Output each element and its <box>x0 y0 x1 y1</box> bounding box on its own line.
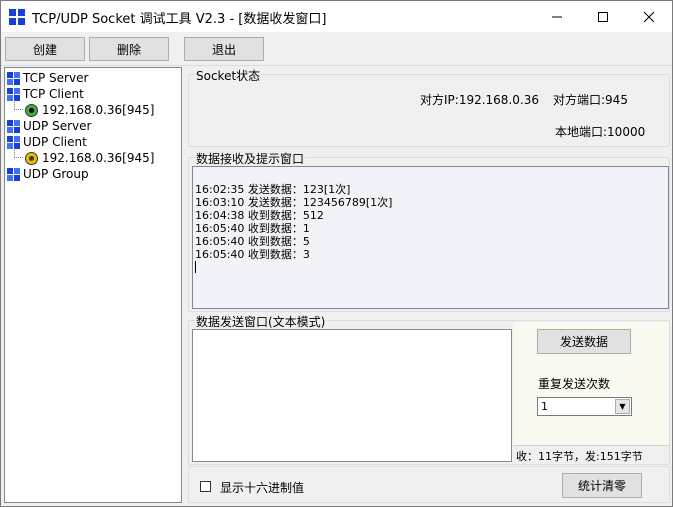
peer-port-label: 对方端口:945 <box>553 93 628 107</box>
log-line: 16:05:40 收到数据：3 <box>195 248 310 261</box>
receive-legend: 数据接收及提示窗口 <box>195 150 306 167</box>
send-legend: 数据发送窗口(文本模式) <box>195 313 327 330</box>
byte-stats: 收：11字节，发:151字节 <box>513 445 669 463</box>
repeat-count-label: 重复发送次数 <box>538 377 611 391</box>
delete-button[interactable]: 删除 <box>89 37 169 61</box>
close-icon <box>643 11 655 22</box>
server-icon <box>7 119 20 133</box>
tree-item-tcp-connection[interactable]: 192.168.0.36[945] <box>25 102 154 118</box>
maximize-icon <box>598 11 608 22</box>
minimize-button[interactable] <box>534 1 580 32</box>
udp-status-icon <box>25 151 38 165</box>
exit-button[interactable]: 退出 <box>184 37 264 61</box>
hex-display-label: 显示十六进制值 <box>220 481 305 495</box>
connected-status-icon <box>25 103 38 117</box>
receive-log[interactable]: 16:02:35 发送数据：123[1次] 16:03:10 发送数据：1234… <box>192 166 669 309</box>
group-icon <box>7 167 20 181</box>
send-input[interactable] <box>192 329 512 462</box>
tree-item-udp-client[interactable]: UDP Client <box>7 134 87 150</box>
tree-item-udp-server[interactable]: UDP Server <box>7 118 91 134</box>
socket-status-legend: Socket状态 <box>195 67 262 84</box>
tree-item-udp-group[interactable]: UDP Group <box>7 166 89 182</box>
clear-stats-button[interactable]: 统计清零 <box>562 473 642 498</box>
send-data-button[interactable]: 发送数据 <box>537 329 631 354</box>
toolbar: 创建 删除 退出 <box>1 32 672 66</box>
chevron-down-icon[interactable]: ▼ <box>615 399 630 414</box>
peer-ip-label: 对方IP:192.168.0.36 <box>420 93 539 107</box>
tree-item-tcp-client[interactable]: TCP Client <box>7 86 84 102</box>
title-bar: TCP/UDP Socket 调试工具 V2.3 - [数据收发窗口] <box>1 1 672 32</box>
local-port-label: 本地端口:10000 <box>555 125 646 139</box>
close-button[interactable] <box>626 1 672 32</box>
hex-display-checkbox[interactable] <box>200 481 211 492</box>
tree-item-udp-connection[interactable]: 192.168.0.36[945] <box>25 150 154 166</box>
tree-item-tcp-server[interactable]: TCP Server <box>7 70 88 86</box>
connection-tree[interactable]: TCP Server TCP Client 192.168.0.36[945] … <box>4 67 182 503</box>
window-title: TCP/UDP Socket 调试工具 V2.3 - [数据收发窗口] <box>32 12 327 27</box>
minimize-icon <box>552 16 562 17</box>
client-icon <box>7 135 20 149</box>
app-icon <box>9 9 25 25</box>
create-button[interactable]: 创建 <box>5 37 85 61</box>
maximize-button[interactable] <box>580 1 626 32</box>
client-icon <box>7 87 20 101</box>
server-icon <box>7 71 20 85</box>
repeat-count-select[interactable]: 1 ▼ <box>537 397 632 416</box>
text-cursor <box>195 261 196 273</box>
main-window: TCP/UDP Socket 调试工具 V2.3 - [数据收发窗口] 创建 删… <box>0 0 673 507</box>
